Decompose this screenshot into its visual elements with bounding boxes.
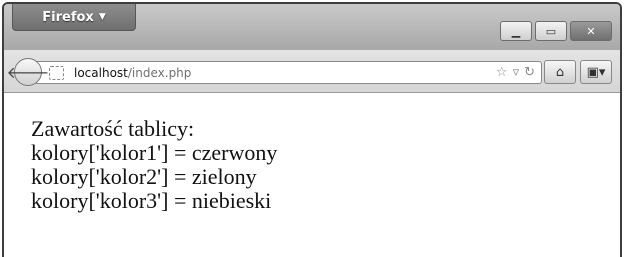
content-line: kolory['kolor2'] = zielony <box>31 164 257 189</box>
site-identity-icon[interactable] <box>49 65 64 80</box>
bookmark-star-icon[interactable]: ☆ <box>496 65 508 80</box>
home-button[interactable]: ⌂ <box>544 60 576 84</box>
bookmarks-menu-icon: ▣▾ <box>586 64 606 80</box>
url-text: localhost/index.php <box>74 66 191 80</box>
back-arrow-icon: 🡐 <box>6 63 50 82</box>
maximize-button[interactable]: ▭ <box>535 21 567 41</box>
window-controls: ▁ ▭ ✕ <box>500 21 612 41</box>
url-bar-icons: ☆ ▿ ↻ <box>496 62 535 83</box>
content-line: kolory['kolor1'] = czerwony <box>31 140 278 165</box>
home-icon: ⌂ <box>555 64 565 80</box>
firefox-menu-button[interactable]: Firefox ▼ <box>12 4 136 31</box>
minimize-button[interactable]: ▁ <box>500 21 532 41</box>
back-button[interactable]: 🡐 <box>7 58 49 86</box>
content-line: Zawartość tablicy: <box>31 116 195 141</box>
close-button[interactable]: ✕ <box>570 21 612 41</box>
url-host: localhost <box>74 65 128 80</box>
content-line: kolory['kolor3'] = niebieski <box>31 188 272 213</box>
title-bar: Firefox ▼ ▁ ▭ ✕ <box>4 4 620 50</box>
minimize-icon: ▁ <box>511 24 521 38</box>
url-path: /index.php <box>127 65 192 80</box>
bookmarks-menu-button[interactable]: ▣▾ <box>580 60 612 84</box>
url-bar[interactable]: localhost/index.php ☆ ▿ ↻ <box>34 61 542 84</box>
chevron-down-icon: ▼ <box>98 12 106 22</box>
browser-window: Firefox ▼ ▁ ▭ ✕ 🡐 localhost/index.php ☆ … <box>2 2 622 257</box>
navigation-toolbar: 🡐 localhost/index.php ☆ ▿ ↻ ⌂ ▣▾ <box>4 50 620 93</box>
maximize-icon: ▭ <box>545 24 557 38</box>
page-content: Zawartość tablicy: kolory['kolor1'] = cz… <box>4 93 620 257</box>
dropmarker-icon[interactable]: ▿ <box>513 65 520 80</box>
reload-icon[interactable]: ↻ <box>524 65 535 80</box>
firefox-menu-label: Firefox <box>42 9 94 25</box>
close-icon: ✕ <box>586 24 596 38</box>
